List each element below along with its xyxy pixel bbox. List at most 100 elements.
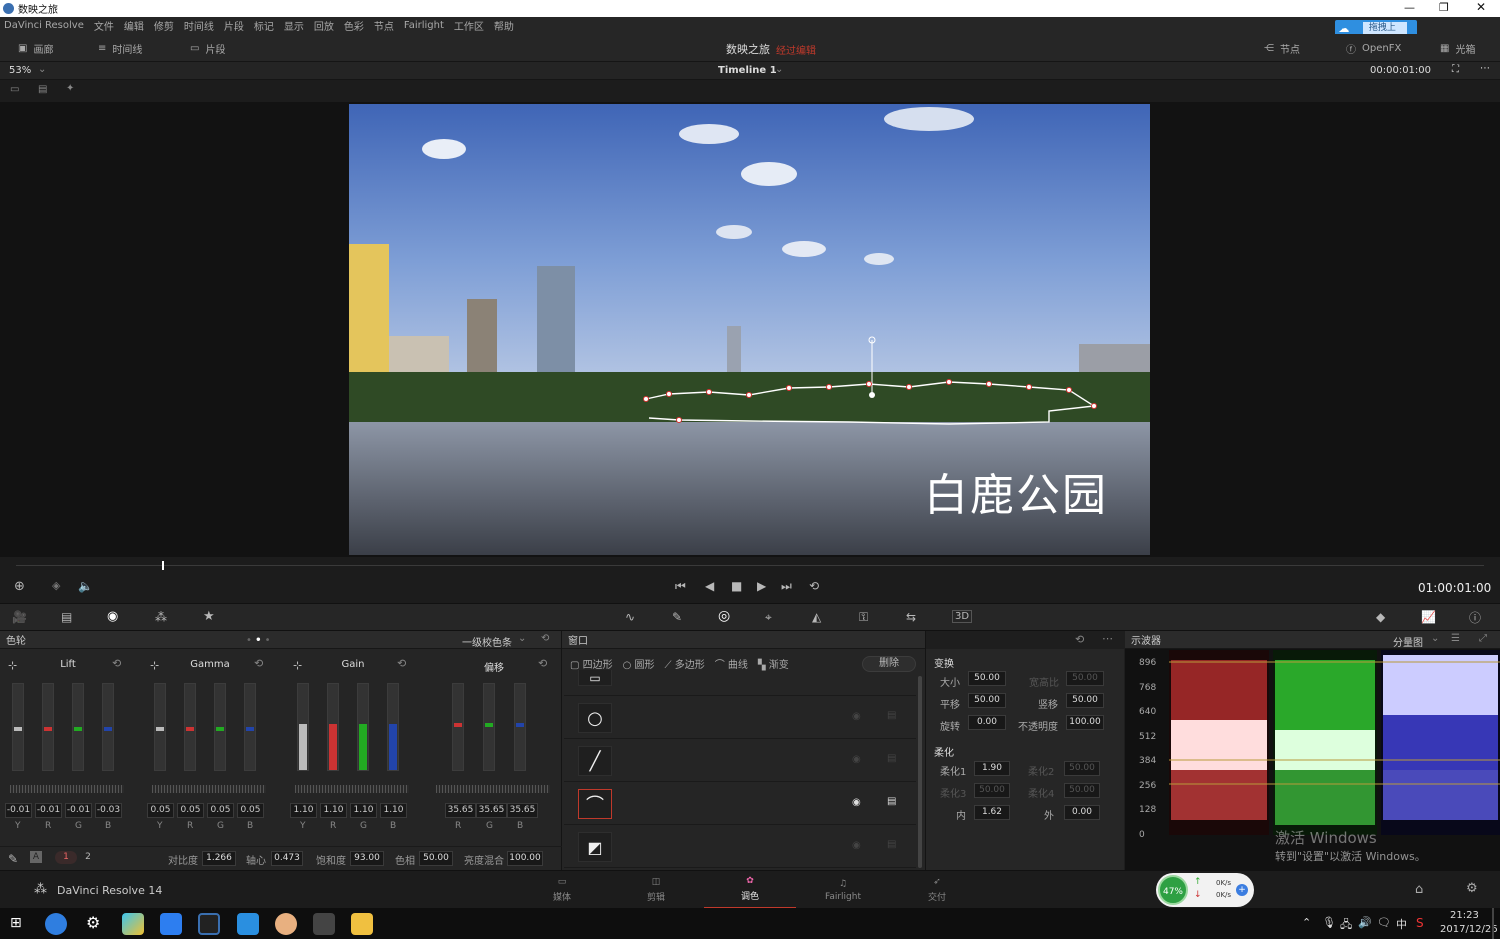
channel-slider-g[interactable]	[357, 683, 369, 771]
window-row[interactable]: ◩ ◉ ▤	[564, 826, 916, 868]
rgb-mixer-icon[interactable]: ⁂	[155, 610, 167, 624]
channel-slider-r[interactable]	[184, 683, 196, 771]
tab-media[interactable]: ▭ 媒体	[516, 871, 608, 909]
channel-slider-g[interactable]	[214, 683, 226, 771]
reset-icon[interactable]: ⟲	[1075, 633, 1084, 646]
channel-value-b[interactable]: 0.05	[237, 803, 264, 818]
tracker-icon[interactable]: ⌖	[765, 610, 772, 625]
channel-slider-r[interactable]	[452, 683, 464, 771]
window-row[interactable]: ╱ ◉ ▤	[564, 740, 916, 782]
folder-icon[interactable]	[351, 913, 373, 935]
zoom-select[interactable]: 53%	[9, 65, 31, 76]
channel-value-r[interactable]: 35.65	[445, 803, 476, 818]
avatar-app-icon[interactable]	[275, 913, 297, 935]
menu-item[interactable]: DaVinci Resolve	[4, 20, 84, 31]
gallery-button[interactable]: ▣ 画廊	[18, 41, 53, 56]
lum-mix-field[interactable]: 100.00	[507, 851, 543, 866]
windows-start-icon[interactable]: ⊞	[10, 915, 22, 931]
scope-settings-icon[interactable]: ☰	[1451, 633, 1460, 644]
play-icon[interactable]: ▶	[757, 579, 766, 593]
fullscreen-icon[interactable]: ⛶	[1452, 64, 1459, 75]
opacity-field[interactable]: 100.00	[1066, 715, 1104, 730]
player-icon[interactable]	[122, 913, 144, 935]
picker-icon[interactable]: ✎	[8, 852, 18, 866]
menu-item[interactable]: 时间线	[184, 18, 214, 33]
tab-edit[interactable]: ◫ 剪辑	[610, 871, 702, 909]
ime-indicator[interactable]: 中	[1396, 916, 1407, 932]
lightbox-button[interactable]: ▦ 光箱	[1440, 41, 1475, 56]
channel-slider-g[interactable]	[483, 683, 495, 771]
channel-value-g[interactable]: 1.10	[350, 803, 377, 818]
motion-effects-icon[interactable]: ★	[203, 609, 215, 624]
openfx-button[interactable]: ⓕ OpenFX	[1346, 41, 1401, 56]
playhead[interactable]	[162, 561, 164, 570]
clips-button[interactable]: ▭ 片段	[190, 41, 225, 56]
channel-slider-r[interactable]	[42, 683, 54, 771]
soft2-field[interactable]: 50.00	[1064, 761, 1100, 776]
menu-item[interactable]: 修剪	[154, 18, 174, 33]
gradient-window-button[interactable]: ▚ 渐变	[758, 656, 789, 671]
key-icon[interactable]: ⚿	[859, 610, 868, 625]
single-view-icon[interactable]: ▭	[10, 84, 19, 95]
channel-value-r[interactable]: 1.10	[320, 803, 347, 818]
menu-item[interactable]: 回放	[314, 18, 334, 33]
more-icon[interactable]: ⋯	[1480, 63, 1490, 74]
circle-window-button[interactable]: ○ 圆形	[623, 656, 655, 671]
channel-slider-b[interactable]	[514, 683, 526, 771]
pan-field[interactable]: 50.00	[968, 693, 1006, 708]
tab-color[interactable]: ✿ 调色	[704, 871, 796, 909]
window-enable-icon[interactable]: ◉	[852, 754, 861, 765]
menu-item[interactable]: 帮助	[494, 18, 514, 33]
viewer-timecode[interactable]: 00:00:01:00	[1370, 65, 1431, 76]
quad-window-button[interactable]: ▢ 四边形	[570, 656, 613, 671]
soft1-field[interactable]: 1.90	[974, 761, 1010, 776]
reset-icon[interactable]: ⟲	[112, 657, 121, 670]
mic-icon[interactable]: 🎙	[1322, 916, 1336, 929]
saturation-field[interactable]: 93.00	[350, 851, 384, 866]
polygon-window-button[interactable]: ⟋ 多边形	[665, 656, 705, 671]
timeline-name[interactable]: Timeline 1	[718, 65, 777, 76]
master-wheel-dial[interactable]	[10, 785, 124, 793]
reset-icon[interactable]: ⟲	[397, 657, 406, 670]
network-widget[interactable]: 47% ↑ ↓ 0K/s 0K/s +	[1156, 873, 1254, 907]
color-wheels-icon[interactable]: ◉	[107, 609, 118, 624]
scope-icon[interactable]: 📈	[1421, 610, 1436, 624]
scope-mode-select[interactable]: 分量图	[1393, 634, 1423, 649]
channel-slider-b[interactable]	[102, 683, 114, 771]
channel-value-r[interactable]: 0.05	[177, 803, 204, 818]
menu-item[interactable]: 片段	[224, 18, 244, 33]
soft3-field[interactable]: 50.00	[974, 783, 1010, 798]
scrub-bar[interactable]	[16, 565, 1484, 566]
reset-icon[interactable]: ⟲	[254, 657, 263, 670]
window-icon[interactable]: ◎	[718, 608, 730, 624]
video-frame[interactable]: 白鹿公园	[349, 104, 1150, 555]
loop-icon[interactable]: ⟲	[809, 579, 819, 593]
skip-start-icon[interactable]: ⏮	[675, 579, 686, 594]
hue-field[interactable]: 50.00	[419, 851, 453, 866]
window-enable-icon[interactable]: ◉	[852, 797, 861, 808]
master-wheel-dial[interactable]	[152, 785, 266, 793]
window-visibility-icon[interactable]: ▤	[887, 839, 896, 850]
blur-icon[interactable]: ◭	[812, 610, 821, 624]
magic-wand-icon[interactable]: ✦	[66, 83, 74, 94]
menu-item[interactable]: 工作区	[454, 18, 484, 33]
crosshair-icon[interactable]: ⊕	[14, 579, 25, 594]
window-row[interactable]: ○ ◉ ▤	[564, 697, 916, 739]
channel-value-g[interactable]: 0.05	[207, 803, 234, 818]
channel-value-g[interactable]: -0.01	[65, 803, 92, 818]
master-wheel-dial[interactable]	[295, 785, 409, 793]
menu-item[interactable]: 文件	[94, 18, 114, 33]
soft4-field[interactable]: 50.00	[1064, 783, 1100, 798]
cloud-app-icon[interactable]	[237, 913, 259, 935]
window-row-selected[interactable]: ⌒ ◉ ▤	[564, 783, 916, 825]
reset-icon[interactable]: ⟲	[538, 657, 547, 670]
browser-icon[interactable]	[45, 913, 67, 935]
network-icon[interactable]: 🖧	[1340, 916, 1352, 935]
expand-icon[interactable]: ⤢	[1479, 633, 1487, 644]
more-icon[interactable]: ⋯	[1102, 632, 1113, 645]
delete-window-button[interactable]: 删除	[862, 656, 916, 672]
show-desktop-button[interactable]	[1492, 908, 1494, 939]
menu-item[interactable]: 标记	[254, 18, 274, 33]
3d-icon[interactable]: 3D	[952, 610, 973, 623]
speaker-icon[interactable]: 🔈	[78, 579, 93, 593]
